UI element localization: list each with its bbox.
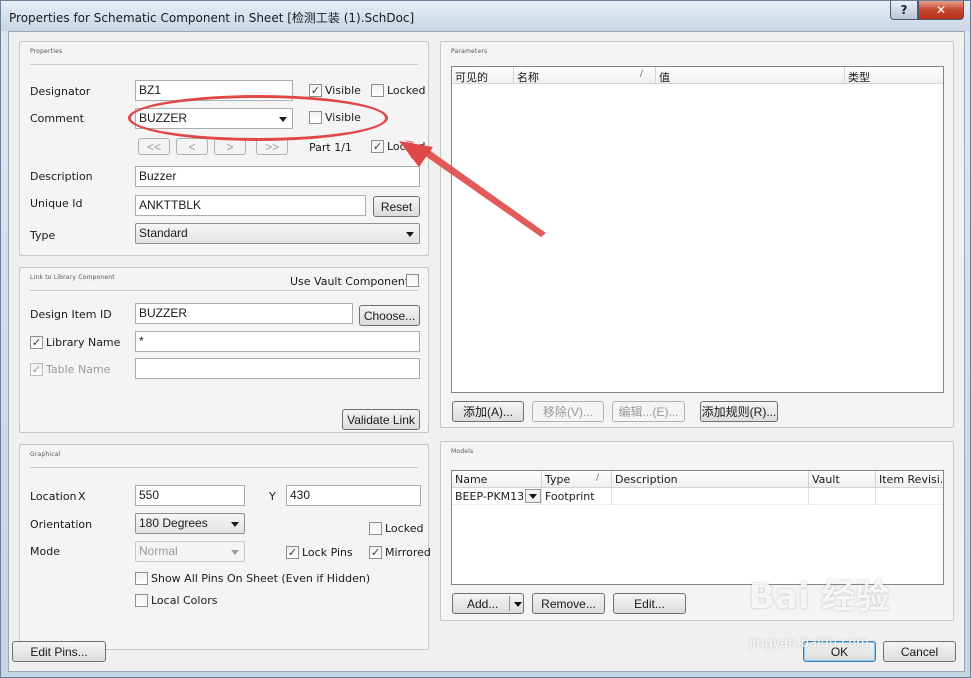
- baidu-watermark-url: jingyan.baidu.com: [749, 636, 869, 651]
- properties-dialog: Properties for Schematic Component in Sh…: [0, 0, 971, 678]
- baidu-watermark-logo: Bai 经验: [749, 569, 889, 618]
